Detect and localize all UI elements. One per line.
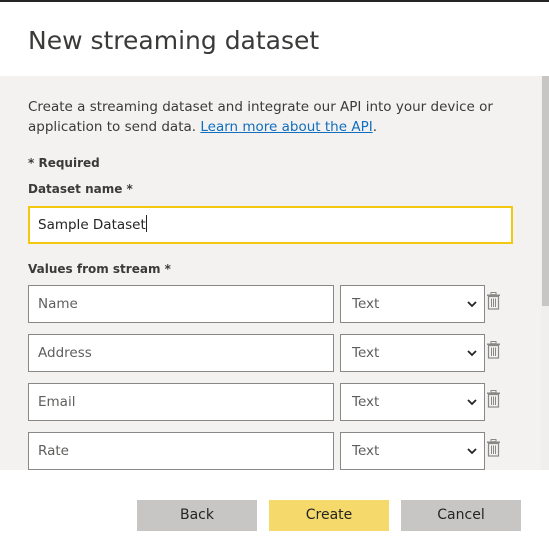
- chevron-down-icon: [467, 301, 477, 308]
- dataset-name-label: Dataset name *: [28, 182, 133, 196]
- value-name-input[interactable]: Rate: [28, 432, 334, 470]
- value-type-select[interactable]: Text: [340, 383, 485, 421]
- description: Create a streaming dataset and integrate…: [28, 97, 508, 137]
- value-type-select[interactable]: Text: [340, 285, 485, 323]
- value-row: Rate Text: [28, 432, 518, 470]
- back-button[interactable]: Back: [137, 500, 257, 531]
- value-type-select[interactable]: Text: [340, 432, 485, 470]
- text-caret: [145, 215, 147, 232]
- chevron-down-icon: [467, 350, 477, 357]
- value-name-input[interactable]: Address: [28, 334, 334, 372]
- learn-more-link[interactable]: Learn more about the API: [200, 119, 372, 135]
- scrollbar-thumb[interactable]: [542, 76, 549, 306]
- trash-icon[interactable]: [486, 292, 501, 310]
- value-type-select[interactable]: Text: [340, 334, 485, 372]
- dialog-header: New streaming dataset: [0, 2, 549, 76]
- value-row: Address Text: [28, 334, 518, 372]
- value-type-selected: Text: [352, 394, 380, 410]
- chevron-down-icon: [467, 399, 477, 406]
- vertical-scrollbar[interactable]: [541, 76, 549, 470]
- create-button[interactable]: Create: [269, 500, 389, 531]
- dialog-title: New streaming dataset: [28, 26, 320, 55]
- description-end: .: [372, 119, 377, 135]
- dataset-name-input[interactable]: Sample Dataset: [28, 206, 513, 244]
- value-type-selected: Text: [352, 443, 380, 459]
- value-name-input[interactable]: Email: [28, 383, 334, 421]
- cancel-button[interactable]: Cancel: [401, 500, 521, 531]
- value-type-selected: Text: [352, 345, 380, 361]
- dialog-footer: Back Create Cancel: [0, 470, 549, 554]
- trash-icon[interactable]: [486, 439, 501, 457]
- value-row: Email Text: [28, 383, 518, 421]
- value-type-selected: Text: [352, 296, 380, 312]
- chevron-down-icon: [467, 448, 477, 455]
- dialog-body: Create a streaming dataset and integrate…: [0, 76, 549, 470]
- values-from-stream-label: Values from stream *: [28, 262, 171, 276]
- dataset-name-value: Sample Dataset: [38, 217, 146, 233]
- trash-icon[interactable]: [486, 390, 501, 408]
- value-name-input[interactable]: Name: [28, 285, 334, 323]
- value-row: Name Text: [28, 285, 518, 323]
- required-note: * Required: [28, 156, 100, 170]
- trash-icon[interactable]: [486, 341, 501, 359]
